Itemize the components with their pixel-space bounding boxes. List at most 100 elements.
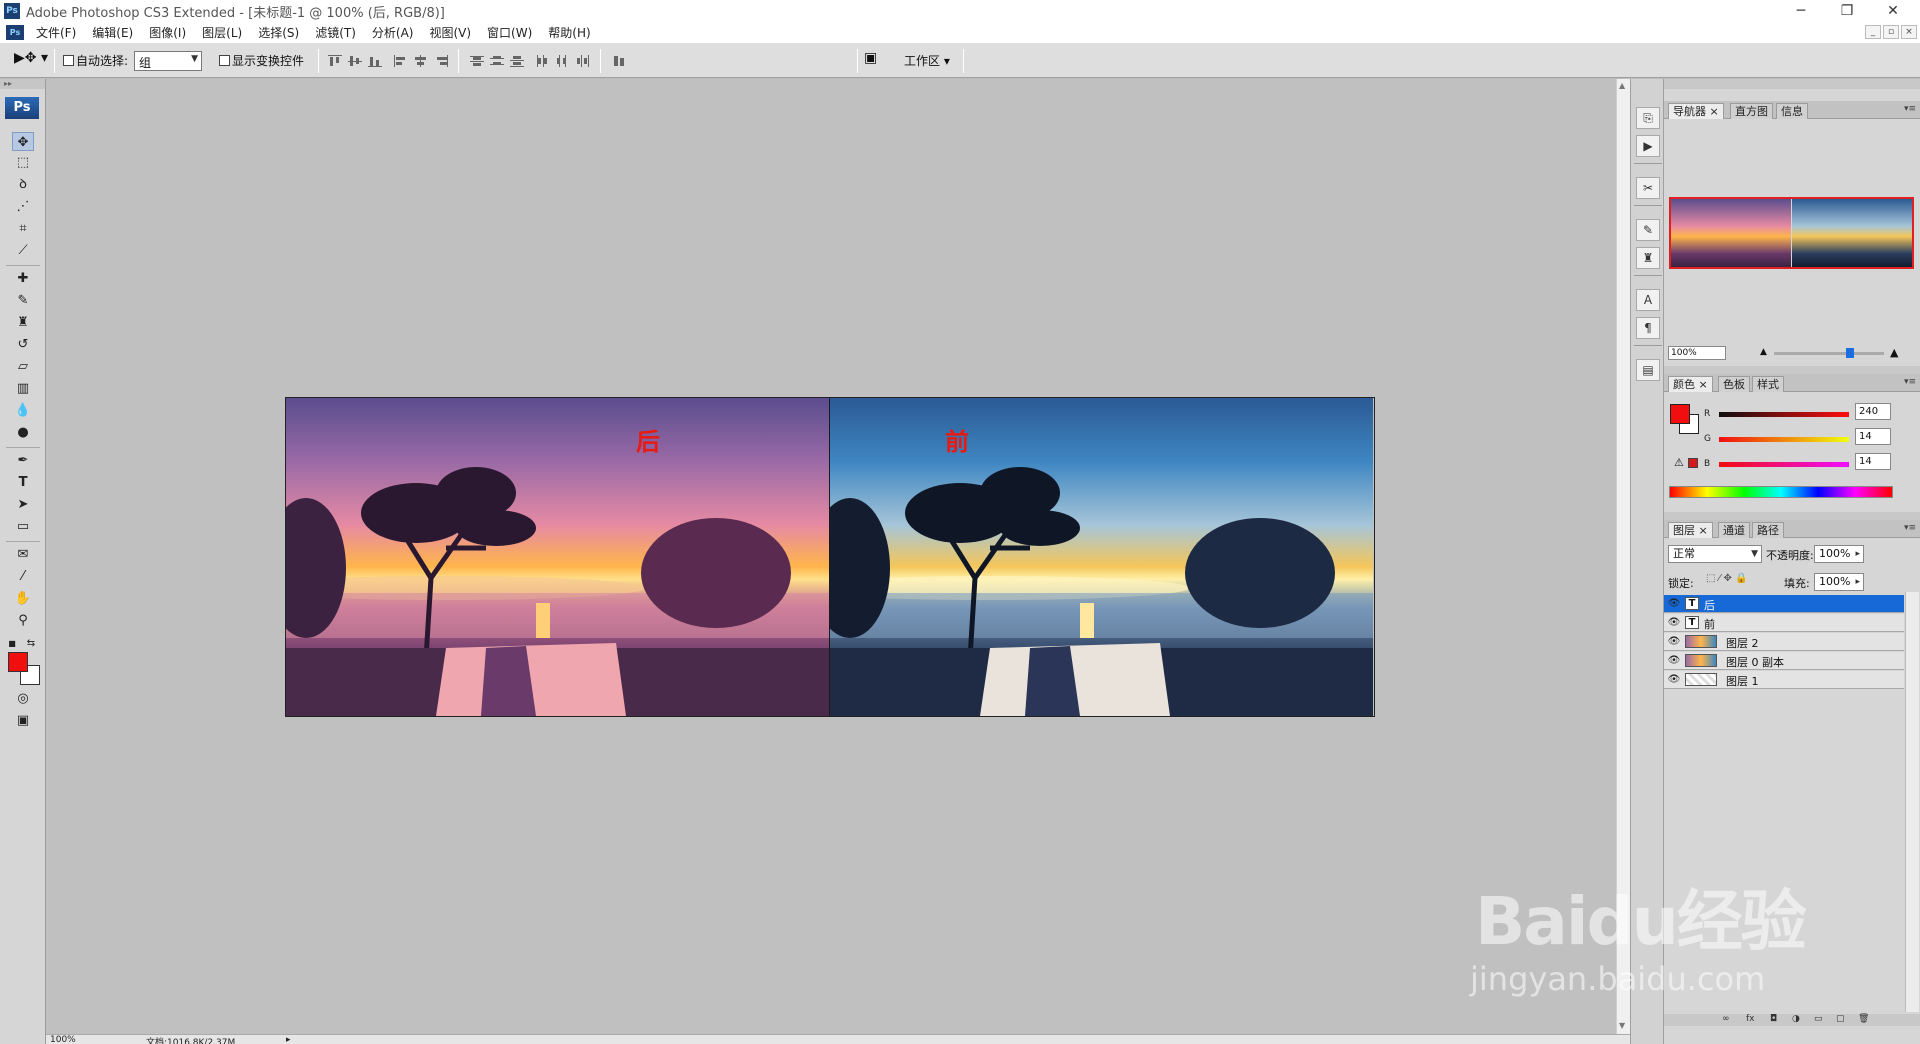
history-panel-icon[interactable]: ⎘ <box>1636 107 1660 129</box>
slider-handle[interactable] <box>1846 348 1854 358</box>
tab-histogram[interactable]: 直方图 <box>1730 103 1773 119</box>
move-tool-preset-icon[interactable]: ▶✥ ▾ <box>14 50 48 66</box>
clone-source-icon[interactable]: ♜ <box>1636 247 1660 269</box>
menu-window[interactable]: 窗口(W) <box>479 24 540 41</box>
distribute-top-icon[interactable] <box>470 55 484 67</box>
layers-scrollbar[interactable] <box>1905 592 1919 1012</box>
layer-row[interactable]: 👁 T 前 <box>1664 614 1904 632</box>
blur-tool-icon[interactable]: 💧 <box>12 401 34 420</box>
doc-minimize-icon[interactable]: _ <box>1865 25 1881 39</box>
tab-swatches[interactable]: 色板 <box>1718 376 1750 392</box>
tab-color[interactable]: 颜色 × <box>1668 376 1713 392</box>
auto-select-checkbox[interactable]: 自动选择: <box>63 52 128 69</box>
minimize-button[interactable]: ─ <box>1778 0 1824 22</box>
screen-mode-icon[interactable]: ▣ <box>12 711 34 730</box>
distribute-left-icon[interactable] <box>536 55 550 67</box>
history-brush-icon[interactable]: ↺ <box>12 335 34 354</box>
close-button[interactable]: ✕ <box>1870 0 1916 22</box>
tab-layers[interactable]: 图层 × <box>1668 522 1713 538</box>
shape-tool-icon[interactable]: ▭ <box>12 517 34 536</box>
gamut-color-swatch[interactable] <box>1688 458 1698 468</box>
move-tool-icon[interactable]: ✥ <box>12 132 34 151</box>
notes-tool-icon[interactable]: ✉ <box>12 545 34 564</box>
color-spectrum[interactable] <box>1669 486 1893 498</box>
document-image[interactable]: 后 前 <box>285 397 1375 717</box>
r-slider[interactable] <box>1719 412 1849 417</box>
doc-close-icon[interactable]: × <box>1901 25 1917 39</box>
align-vcenter-icon[interactable] <box>348 55 362 67</box>
dodge-tool-icon[interactable]: ● <box>12 423 34 442</box>
panel-menu-icon[interactable]: ▾≡ <box>1904 377 1916 387</box>
status-menu-arrow-icon[interactable]: ▸ <box>286 1035 291 1044</box>
auto-select-dropdown[interactable]: 组 ▼ <box>134 51 202 71</box>
slice-tool-icon[interactable]: ⟋ <box>12 241 34 260</box>
zoom-tool-icon[interactable]: ⚲ <box>12 611 34 630</box>
visibility-eye-icon[interactable]: 👁 <box>1666 614 1682 631</box>
panel-menu-icon[interactable]: ▾≡ <box>1904 523 1916 533</box>
zoom-out-icon[interactable]: ▲ <box>1760 347 1767 357</box>
default-colors-icon[interactable]: ■ <box>6 634 18 653</box>
visibility-eye-icon[interactable]: 👁 <box>1666 633 1682 650</box>
zoom-in-icon[interactable]: ▲ <box>1890 346 1898 359</box>
opacity-field[interactable]: 100% ▸ <box>1814 545 1864 563</box>
align-right-icon[interactable] <box>434 55 448 67</box>
tab-styles[interactable]: 样式 <box>1752 376 1784 392</box>
panel-grip[interactable] <box>1664 79 1920 89</box>
menu-edit[interactable]: 编辑(E) <box>84 24 141 41</box>
layer-row[interactable]: 👁 图层 1 <box>1664 671 1904 689</box>
show-transform-checkbox[interactable]: 显示变换控件 <box>219 52 304 69</box>
g-slider[interactable] <box>1719 437 1849 442</box>
brush-tool-icon[interactable]: ✎ <box>12 291 34 310</box>
zoom-readout[interactable]: 100% <box>50 1035 76 1044</box>
scroll-up-icon[interactable]: ▲ <box>1619 81 1625 90</box>
marquee-tool-icon[interactable]: ⬚ <box>12 153 34 172</box>
visibility-eye-icon[interactable]: 👁 <box>1666 595 1682 612</box>
gamut-warning-icon[interactable]: ⚠ <box>1674 456 1684 469</box>
crop-tool-icon[interactable]: ⌗ <box>12 219 34 238</box>
hand-tool-icon[interactable]: ✋ <box>12 589 34 608</box>
path-select-icon[interactable]: ➤ <box>12 495 34 514</box>
b-value[interactable]: 14 <box>1855 453 1891 470</box>
tab-info[interactable]: 信息 <box>1776 103 1808 119</box>
align-left-icon[interactable] <box>394 55 408 67</box>
navigator-zoom-field[interactable]: 100% <box>1668 346 1726 360</box>
menu-view[interactable]: 视图(V) <box>421 24 479 41</box>
navigator-zoom-slider[interactable] <box>1774 348 1884 358</box>
g-value[interactable]: 14 <box>1855 428 1891 445</box>
paragraph-panel-icon[interactable]: ¶ <box>1636 317 1660 339</box>
r-value[interactable]: 240 <box>1855 403 1891 420</box>
align-bottom-icon[interactable] <box>368 55 382 67</box>
doc-restore-icon[interactable]: ▫ <box>1883 25 1899 39</box>
tab-paths[interactable]: 路径 <box>1752 522 1784 538</box>
actions-panel-icon[interactable]: ▶ <box>1636 135 1660 157</box>
brushes-panel-icon[interactable]: ✎ <box>1636 219 1660 241</box>
distribute-hcenter-icon[interactable] <box>556 55 570 67</box>
pen-tool-icon[interactable]: ✒ <box>12 451 34 470</box>
tab-navigator[interactable]: 导航器 × <box>1668 103 1724 119</box>
distribute-right-icon[interactable] <box>576 55 590 67</box>
visibility-eye-icon[interactable]: 👁 <box>1666 652 1682 669</box>
navigator-thumbnail[interactable] <box>1669 197 1914 269</box>
menu-help[interactable]: 帮助(H) <box>540 24 598 41</box>
menu-select[interactable]: 选择(S) <box>250 24 307 41</box>
clone-stamp-icon[interactable]: ♜ <box>12 313 34 332</box>
type-tool-icon[interactable]: T <box>12 473 34 492</box>
bridge-icon[interactable]: ▣ <box>864 50 877 66</box>
layer-row[interactable]: 👁 图层 0 副本 <box>1664 652 1904 670</box>
scroll-down-icon[interactable]: ▼ <box>1619 1021 1625 1030</box>
tool-presets-icon[interactable]: ✂ <box>1636 177 1660 199</box>
visibility-eye-icon[interactable]: 👁 <box>1666 671 1682 688</box>
lock-icons[interactable]: ⬚ ⁄ ✥ 🔒 <box>1706 573 1747 584</box>
layer-comps-icon[interactable]: ▤ <box>1636 359 1660 381</box>
magic-wand-icon[interactable]: ⋰ <box>12 197 34 216</box>
align-hcenter-icon[interactable] <box>414 55 428 67</box>
eyedropper-icon[interactable]: ⁄ <box>12 567 34 586</box>
quick-mask-icon[interactable]: ◎ <box>12 689 34 708</box>
tab-channels[interactable]: 通道 <box>1718 522 1750 538</box>
menu-file[interactable]: 文件(F) <box>28 24 84 41</box>
foreground-color-swatch[interactable] <box>8 652 28 672</box>
layer-row[interactable]: 👁 图层 2 <box>1664 633 1904 651</box>
menu-filter[interactable]: 滤镜(T) <box>307 24 364 41</box>
restore-button[interactable]: ❐ <box>1824 0 1870 22</box>
healing-brush-icon[interactable]: ✚ <box>12 269 34 288</box>
